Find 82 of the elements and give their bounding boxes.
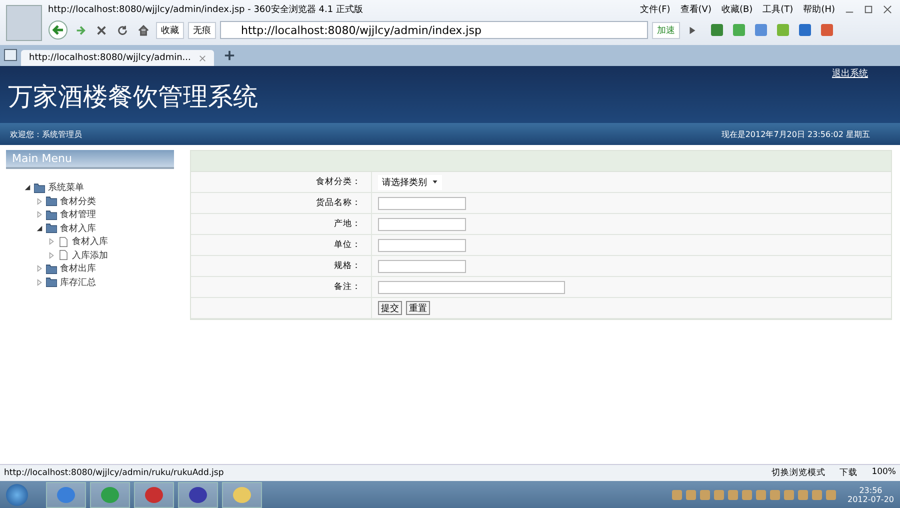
expanded-triangle-icon[interactable] [24,184,31,192]
folder-icon [34,182,45,193]
input-field[interactable] [378,280,565,294]
input-field[interactable] [378,196,466,210]
taskbar-app-icon[interactable] [222,482,262,508]
caret-icon [432,179,438,185]
folder-icon [46,264,57,274]
expanded-triangle-icon[interactable] [36,224,43,232]
browse-mode-button[interactable]: 切换浏览模式 [772,467,826,479]
folder-icon [46,196,57,206]
taskbar-app-icon[interactable] [134,482,174,508]
window-title: http://localhost:8080/wjjlcy/admin/index.jsp - 360安全浏览器 4.1 正式版 [48,4,363,16]
field-label: 货品名称： [316,197,361,209]
form-button[interactable]: 提交 [378,301,402,315]
collapsed-triangle-icon[interactable] [48,252,55,259]
field-label: 备注： [334,281,361,293]
collapsed-triangle-icon[interactable] [48,238,55,246]
extension-icon[interactable] [711,24,723,36]
menu-item[interactable]: 查看(V) [680,2,712,16]
taskbar-app-icon[interactable] [178,482,218,508]
tree-item[interactable]: 食材入库 [60,222,96,235]
zoom-button[interactable]: 100% [872,467,896,479]
play-icon[interactable] [687,24,698,36]
back-button[interactable] [48,20,68,40]
tree-item[interactable]: 食材分类 [60,194,96,208]
category-dropdown[interactable]: 请选择类别 [378,174,442,190]
status-url: http://localhost:8080/wjjlcy/admin/ruku/rukuAdd.jsp [4,468,224,478]
menu-item[interactable]: 收藏(B) [721,2,753,16]
form-button[interactable]: 重置 [406,301,430,315]
new-tab-button[interactable] [224,50,235,61]
field-label: 规格： [334,260,361,272]
tree-item[interactable]: 入库添加 [72,248,108,262]
clock: 23:56 2012-07-20 [848,486,894,504]
start-button[interactable] [6,484,28,506]
extension-icon[interactable] [799,24,811,36]
extension-icon[interactable] [777,24,789,36]
extension-icon[interactable] [733,24,745,36]
refresh-icon[interactable] [117,24,128,36]
menu-item[interactable]: 文件(F) [640,2,670,16]
page-icon [58,250,69,260]
taskbar-app-icon[interactable] [46,482,86,508]
sidebar-icon[interactable] [4,49,17,61]
speed-button[interactable]: 加速 [652,22,680,38]
input-field[interactable] [378,238,466,252]
menu-title: Main Menu [6,150,174,169]
folder-icon [46,223,57,234]
download-button[interactable]: 下载 [840,467,858,479]
address-field[interactable]: http://localhost:8080/wjjlcy/admin/index.jsp [220,21,648,39]
field-label: 产地： [334,218,361,230]
collapsed-triangle-icon[interactable] [36,198,43,205]
page-icon [58,236,69,247]
field-label: 食材分类： [316,176,361,188]
extension-icon[interactable] [755,24,767,36]
browser-tab[interactable]: http://localhost:8080/wjjlcy/admin... [21,50,214,66]
home-icon[interactable] [138,24,149,36]
site-title: 万家酒楼餐饮管理系统 [7,81,259,113]
folder-icon [46,210,57,220]
close-icon[interactable] [883,4,892,14]
menu-item[interactable]: 工具(T) [762,2,794,16]
menu-item[interactable]: 帮助(H) [803,2,835,16]
logout-link[interactable]: 退出系统 [832,67,868,80]
input-field[interactable] [378,218,466,230]
collapsed-triangle-icon[interactable] [36,265,43,272]
field-label: 单位： [334,239,361,251]
stop-icon[interactable] [96,24,107,36]
extension-icon[interactable] [821,24,833,36]
close-tab-icon[interactable] [198,54,206,62]
welcome-text: 欢迎您：系统管理员 [10,128,82,140]
tree-item[interactable]: 食材入库 [72,235,108,248]
collapsed-triangle-icon[interactable] [36,278,43,286]
maximize-icon[interactable] [864,4,873,14]
forward-button[interactable] [75,24,86,36]
tree-item[interactable]: 食材出库 [60,262,96,276]
input-field[interactable] [378,260,466,272]
tree-item[interactable]: 食材管理 [60,208,96,222]
collapsed-triangle-icon[interactable] [36,211,43,218]
incognito-button[interactable]: 无痕 [188,22,216,38]
favorites-button[interactable]: 收藏 [156,22,184,38]
tree-item[interactable]: 系统菜单 [48,181,84,194]
tree-item[interactable]: 库存汇总 [60,276,96,289]
folder-icon [46,277,57,288]
datetime-text: 现在是2012年7月20日 23:56:02 星期五 [721,128,870,140]
